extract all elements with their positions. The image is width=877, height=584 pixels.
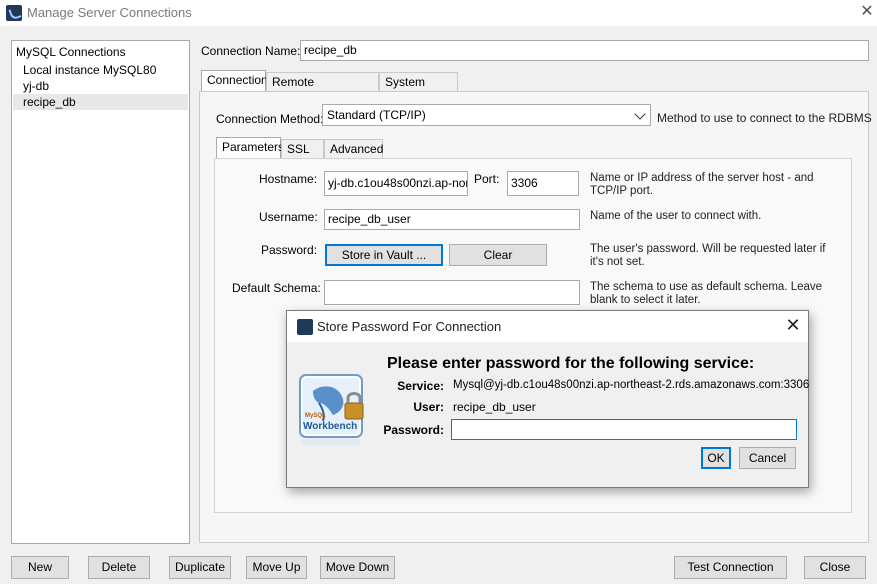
mysql-workbench-icon	[297, 319, 313, 335]
connection-name-input[interactable]: recipe_db	[300, 40, 869, 61]
dialog-titlebar: Store Password For Connection ✕	[287, 311, 808, 342]
ok-button[interactable]: OK	[701, 447, 731, 469]
clear-password-button[interactable]: Clear	[449, 244, 547, 266]
hostname-input[interactable]: yj-db.c1ou48s00nzi.ap-northeast-2.rds.am…	[324, 171, 468, 196]
mysql-workbench-icon	[6, 5, 22, 21]
tab-advanced[interactable]: Advanced	[324, 139, 383, 159]
new-button[interactable]: New	[11, 556, 69, 579]
logo-text-top: MySQL	[305, 413, 326, 419]
close-button[interactable]: Close	[804, 556, 866, 579]
connection-item-yj-db[interactable]: yj-db	[13, 78, 188, 94]
default-schema-input[interactable]	[324, 280, 580, 305]
connection-method-value: Standard (TCP/IP)	[327, 108, 426, 122]
user-label: User:	[413, 400, 444, 414]
connections-list[interactable]: MySQL Connections Local instance MySQL80…	[11, 40, 190, 544]
tab-system-profile[interactable]: System Profile	[379, 72, 458, 107]
tab-ssl[interactable]: SSL	[281, 139, 324, 159]
window-title: Manage Server Connections	[27, 5, 192, 20]
username-label: Username:	[259, 210, 318, 224]
connection-item-recipe-db[interactable]: recipe_db	[13, 94, 188, 110]
tab-parameters[interactable]: Parameters	[216, 137, 284, 159]
move-up-button[interactable]: Move Up	[246, 556, 307, 579]
hostname-label: Hostname:	[259, 172, 318, 186]
chevron-down-icon	[634, 108, 646, 120]
store-in-vault-button[interactable]: Store in Vault ...	[325, 244, 443, 266]
dialog-heading: Please enter password for the following …	[387, 355, 755, 372]
user-value: recipe_db_user	[453, 400, 536, 414]
workbench-lock-logo: MySQL Workbench	[299, 373, 365, 447]
connection-item-local-instance[interactable]: Local instance MySQL80	[13, 62, 188, 78]
logo-text: Workbench	[303, 421, 358, 432]
close-icon[interactable]: ✕	[783, 315, 803, 336]
hostname-help: Name or IP address of the server host - …	[590, 172, 814, 197]
tab-connection[interactable]: Connection	[201, 70, 268, 92]
delete-button[interactable]: Delete	[88, 556, 150, 579]
connection-method-label: Connection Method:	[216, 112, 324, 126]
connection-method-select[interactable]: Standard (TCP/IP)	[322, 104, 651, 126]
password-label: Password:	[261, 243, 318, 257]
username-input[interactable]: recipe_db_user	[324, 209, 580, 230]
duplicate-button[interactable]: Duplicate	[169, 556, 231, 579]
username-help: Name of the user to connect with.	[590, 210, 762, 222]
cancel-button[interactable]: Cancel	[739, 447, 796, 469]
move-down-button[interactable]: Move Down	[320, 556, 395, 579]
port-label: Port:	[474, 172, 500, 186]
dialog-password-input[interactable]	[451, 419, 797, 440]
service-value: Mysql@yj-db.c1ou48s00nzi.ap-northeast-2.…	[453, 379, 810, 391]
connection-method-help: Method to use to connect to the RDBMS	[657, 111, 872, 125]
service-label: Service:	[397, 379, 444, 393]
connections-list-header: MySQL Connections	[16, 45, 126, 59]
default-schema-help: The schema to use as default schema. Lea…	[590, 281, 823, 306]
tab-remote-management[interactable]: Remote Management	[266, 72, 379, 107]
port-input[interactable]: 3306	[507, 171, 579, 196]
connection-name-label: Connection Name:	[201, 44, 301, 58]
default-schema-label: Default Schema:	[232, 281, 321, 295]
window-titlebar: Manage Server Connections ✕	[0, 0, 877, 26]
dialog-title: Store Password For Connection	[317, 319, 502, 334]
store-password-dialog: Store Password For Connection ✕ Please e…	[286, 310, 809, 488]
dialog-password-label: Password:	[383, 423, 444, 437]
password-help: The user's password. Will be requested l…	[590, 243, 826, 268]
test-connection-button[interactable]: Test Connection	[674, 556, 787, 579]
close-icon[interactable]: ✕	[858, 2, 876, 22]
